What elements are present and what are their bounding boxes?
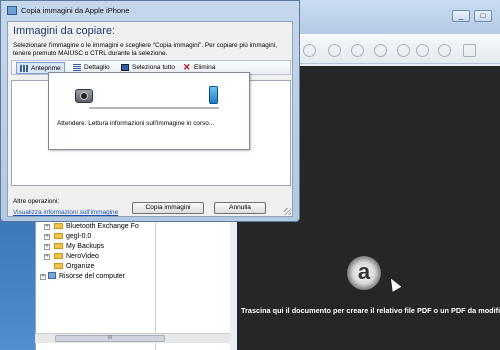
toolbar-view-icon[interactable] [438,44,451,57]
mouse-cursor-icon [386,276,402,292]
toolbar-clip-icon[interactable] [351,44,364,57]
page-title: Immagini da copiare: [13,25,116,37]
toolbar-eye-icon[interactable] [328,44,341,57]
toolbar-share-icon[interactable] [416,44,429,57]
folder-icon [54,233,63,239]
camera-app-icon [7,6,17,15]
folder-icon [54,263,63,269]
maximize-button[interactable]: □ [474,10,492,22]
thumbnails-icon [20,65,28,72]
delete-x-icon: ✕ [183,62,191,72]
progress-bar [89,107,219,109]
other-operations-label: Altre operazioni: [13,198,60,205]
select-all-icon [121,64,129,71]
acrobat-logo-icon: a [347,256,381,290]
expand-toggle[interactable]: + [44,224,50,230]
camera-icon [75,89,93,103]
tree-item[interactable]: Bluetooth Exchange Fo [54,222,139,232]
toolbar-circle-icon[interactable] [303,44,316,57]
file-list-pane [155,220,230,350]
tree-item-computer[interactable]: Risorse del computer [48,272,125,282]
tree-item[interactable]: gegl-0.0 [54,232,91,242]
resize-grip[interactable] [284,208,291,215]
folder-icon [54,223,63,229]
dialog-title: Copia immagini da Apple iPhone [21,6,130,15]
tree-item[interactable]: Organize [54,262,94,272]
folder-icon [54,253,63,259]
tree-item[interactable]: My Backups [54,242,104,252]
expand-toggle[interactable]: + [40,274,46,280]
expand-toggle[interactable]: + [44,234,50,240]
toolbar-mail-icon[interactable] [463,44,476,57]
progress-message: Attendere. Lettura informazioni sull'imm… [57,120,215,127]
cancel-button[interactable]: Annulla [214,202,266,214]
scrollbar-thumb[interactable]: III [55,335,165,342]
minimize-button[interactable]: _ [452,10,470,22]
computer-icon [48,272,56,279]
progress-dialog: Attendere. Lettura informazioni sull'imm… [48,72,250,150]
copy-images-button[interactable]: Copia immagini [132,202,204,214]
toolbar-download-icon[interactable] [397,44,410,57]
expand-toggle[interactable]: + [44,254,50,260]
view-image-info-link[interactable]: Visualizza informazioni sull'immagine [13,209,118,216]
tree-item[interactable]: NeroVideo [54,252,99,262]
expand-toggle[interactable]: + [44,244,50,250]
horizontal-scrollbar[interactable]: III [35,333,230,343]
iphone-icon [209,86,218,104]
folder-icon [54,243,63,249]
instructions-text: Selezionare l'immagine o le immagini e s… [13,42,277,57]
details-icon [73,64,81,71]
drop-instructions: Trascina qui il documento per creare il … [241,306,500,315]
folder-tree: + Bluetooth Exchange Fo + gegl-0.0 + My … [35,220,155,350]
toolbar-upload-icon[interactable] [374,44,387,57]
camera-lens [80,92,88,100]
dialog-titlebar[interactable]: Copia immagini da Apple iPhone [1,1,299,21]
